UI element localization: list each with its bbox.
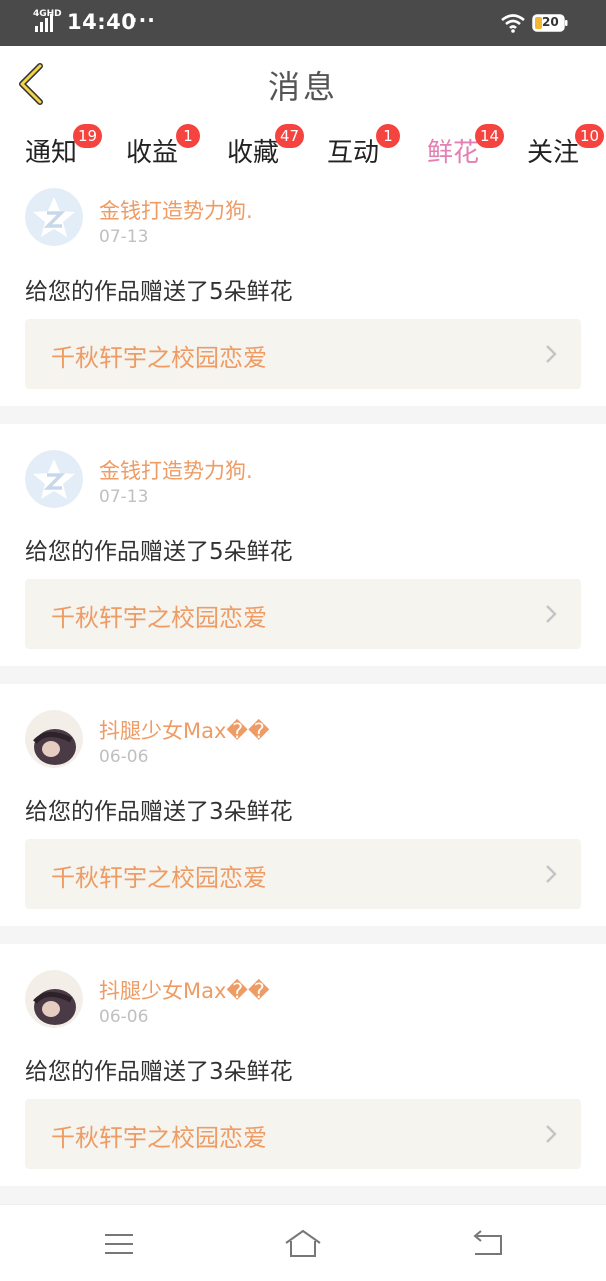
sender-name[interactable]: 抖腿少女Max�� [99,715,269,745]
tab-favorites[interactable]: 收藏 47 [227,124,305,178]
unread-badge: 47 [275,124,305,148]
tab-label: 关注 [527,138,580,168]
divider [0,406,606,424]
divider [0,926,606,944]
message-text: 给您的作品赠送了5朵鲜花 [25,279,293,305]
tab-label: 通知 [25,138,78,168]
tab-label: 收藏 [227,138,280,168]
message-date: 07-13 [99,487,149,507]
unread-badge: 1 [376,124,400,148]
message-text: 给您的作品赠送了3朵鲜花 [25,799,293,825]
system-nav-bar [0,1204,606,1281]
unread-badge: 19 [73,124,103,148]
tab-bar: 通知 19 收益 1 收藏 47 互动 1 鲜花 14 关注 10 [0,122,606,185]
message-date: 06-06 [99,747,149,767]
unread-badge: 14 [475,124,505,148]
list-item: 金钱打造势力狗. 07-13 给您的作品赠送了5朵鲜花 千秋轩宇之校园恋爱 [0,180,606,406]
message-date: 07-13 [99,227,149,247]
work-link[interactable]: 千秋轩宇之校园恋爱 [25,319,581,389]
work-title: 千秋轩宇之校园恋爱 [51,344,267,372]
page-title: 消息 [267,68,338,106]
status-bar: 4GHD 14:40 ··· 20 [0,0,606,46]
work-title: 千秋轩宇之校园恋爱 [51,864,267,892]
chevron-right-icon [546,605,557,623]
divider [0,666,606,684]
list-item: 金钱打造势力狗. 07-13 给您的作品赠送了5朵鲜花 千秋轩宇之校园恋爱 [0,424,606,666]
tab-follows[interactable]: 关注 10 [527,124,605,178]
list-item: 抖腿少女Max�� 06-06 给您的作品赠送了3朵鲜花 千秋轩宇之校园恋爱 [0,684,606,926]
more-notifications-icon: ··· [130,8,156,32]
default-avatar-icon[interactable] [25,450,83,508]
user-photo-avatar[interactable] [25,970,83,1028]
work-title: 千秋轩宇之校园恋爱 [51,1124,267,1152]
message-date: 06-06 [99,1007,149,1027]
default-avatar-icon[interactable] [25,188,83,246]
tab-label: 收益 [126,138,179,168]
sender-name[interactable]: 抖腿少女Max�� [99,975,269,1005]
divider [0,1186,606,1204]
work-link[interactable]: 千秋轩宇之校园恋爱 [25,579,581,649]
tab-label: 互动 [327,138,380,168]
home-icon[interactable] [283,1227,323,1261]
sender-name[interactable]: 金钱打造势力狗. [99,455,253,485]
unread-badge: 1 [176,124,200,148]
sender-name[interactable]: 金钱打造势力狗. [99,195,253,225]
back-icon[interactable] [467,1227,507,1261]
battery-level: 20 [542,15,559,29]
user-photo-avatar[interactable] [25,710,83,768]
signal-icon [35,14,53,32]
tab-earnings[interactable]: 收益 1 [126,124,200,178]
chevron-right-icon [546,865,557,883]
tab-notifications[interactable]: 通知 19 [25,124,103,178]
chevron-right-icon [546,1125,557,1143]
wifi-icon [501,14,525,33]
unread-badge: 10 [575,124,605,148]
menu-icon[interactable] [99,1227,139,1261]
tab-interactions[interactable]: 互动 1 [327,124,400,178]
work-title: 千秋轩宇之校园恋爱 [51,604,267,632]
tab-flowers[interactable]: 鲜花 14 [427,124,505,185]
list-item: 抖腿少女Max�� 06-06 给您的作品赠送了3朵鲜花 千秋轩宇之校园恋爱 [0,944,606,1186]
work-link[interactable]: 千秋轩宇之校园恋爱 [25,839,581,909]
tab-label: 鲜花 [427,138,480,168]
header: 消息 [0,46,606,122]
chevron-right-icon [546,345,557,363]
message-text: 给您的作品赠送了5朵鲜花 [25,539,293,565]
clock: 14:40 [67,10,137,34]
work-link[interactable]: 千秋轩宇之校园恋爱 [25,1099,581,1169]
message-text: 给您的作品赠送了3朵鲜花 [25,1059,293,1085]
flower-message-list: 金钱打造势力狗. 07-13 给您的作品赠送了5朵鲜花 千秋轩宇之校园恋爱 金钱… [0,180,606,1204]
